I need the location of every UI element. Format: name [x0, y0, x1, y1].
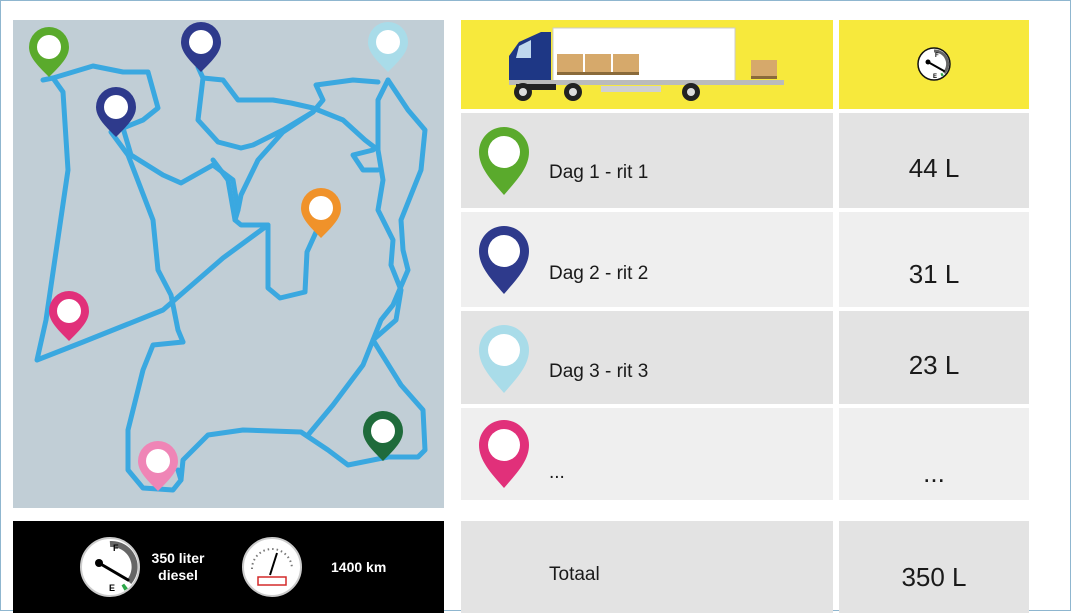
- trip-row-1-fuel: 44 L: [839, 113, 1029, 208]
- total-fuel-value: 350 L: [901, 562, 967, 592]
- trip-3-fuel-value: 23 L: [908, 350, 960, 380]
- trip-2-label: Dag 2 - rit 2: [549, 263, 649, 284]
- odometer-icon: [241, 536, 303, 598]
- map-pin-green-icon: [29, 27, 69, 77]
- truck-icon: [509, 27, 784, 101]
- trip-4-fuel-value: ...: [923, 458, 945, 488]
- trip-row-3: Dag 3 - rit 3: [461, 311, 833, 404]
- fuel-gauge-small-icon: F E: [917, 47, 951, 81]
- distance-summary: 1400 km: [331, 559, 387, 575]
- total-label: Totaal: [549, 564, 600, 585]
- trip-row-1: Dag 1 - rit 1: [461, 113, 833, 208]
- map-pin-pink-icon: [49, 291, 89, 341]
- fuel-gauge-empty-mark: E: [109, 583, 115, 593]
- trip-row-2-fuel: 31 L: [839, 212, 1029, 307]
- trip-3-label: Dag 3 - rit 3: [549, 361, 649, 382]
- small-gauge-empty-mark: E: [933, 74, 937, 80]
- map-pin-darkgreen-icon: [363, 411, 403, 461]
- route-map-graphic: [29, 22, 428, 493]
- fuel-gauge-icon: F E: [79, 536, 141, 598]
- small-gauge-full-mark: F: [935, 53, 939, 59]
- map-pin-navy-left-icon: [96, 87, 136, 137]
- fuel-gauge-full-mark: F: [113, 543, 119, 553]
- route-map: [13, 20, 444, 508]
- trip-4-pin-icon: [479, 420, 529, 488]
- fuel-summary: 350 liter diesel: [147, 550, 209, 584]
- trip-4-label: ...: [549, 462, 565, 483]
- trip-1-pin-icon: [479, 127, 529, 195]
- summary-bar: F E 350 liter diesel 1400 km: [13, 521, 444, 613]
- trip-1-label: Dag 1 - rit 1: [549, 162, 649, 183]
- map-pin-lightblue-icon: [368, 22, 408, 72]
- trip-row-4-fuel: ...: [839, 408, 1029, 500]
- total-row-fuel: 350 L: [839, 521, 1029, 613]
- trip-3-pin-icon: [479, 325, 529, 393]
- fuel-header: F E: [839, 20, 1029, 109]
- fuel-type-line: diesel: [158, 567, 198, 583]
- fuel-amount-line: 350 liter: [151, 550, 205, 566]
- map-pin-orange-icon: [301, 188, 341, 238]
- trip-1-fuel-value: 44 L: [908, 153, 960, 183]
- trip-row-4: ...: [461, 408, 833, 500]
- truck-header: [461, 20, 833, 109]
- map-pin-navy-top-icon: [181, 22, 221, 72]
- trip-row-3-fuel: 23 L: [839, 311, 1029, 404]
- map-pins: [29, 22, 408, 491]
- map-pin-lightpink-icon: [138, 441, 178, 491]
- trip-2-fuel-value: 31 L: [908, 259, 960, 289]
- trip-row-2: Dag 2 - rit 2: [461, 212, 833, 307]
- trip-2-pin-icon: [479, 226, 529, 294]
- total-row: Totaal: [461, 521, 833, 613]
